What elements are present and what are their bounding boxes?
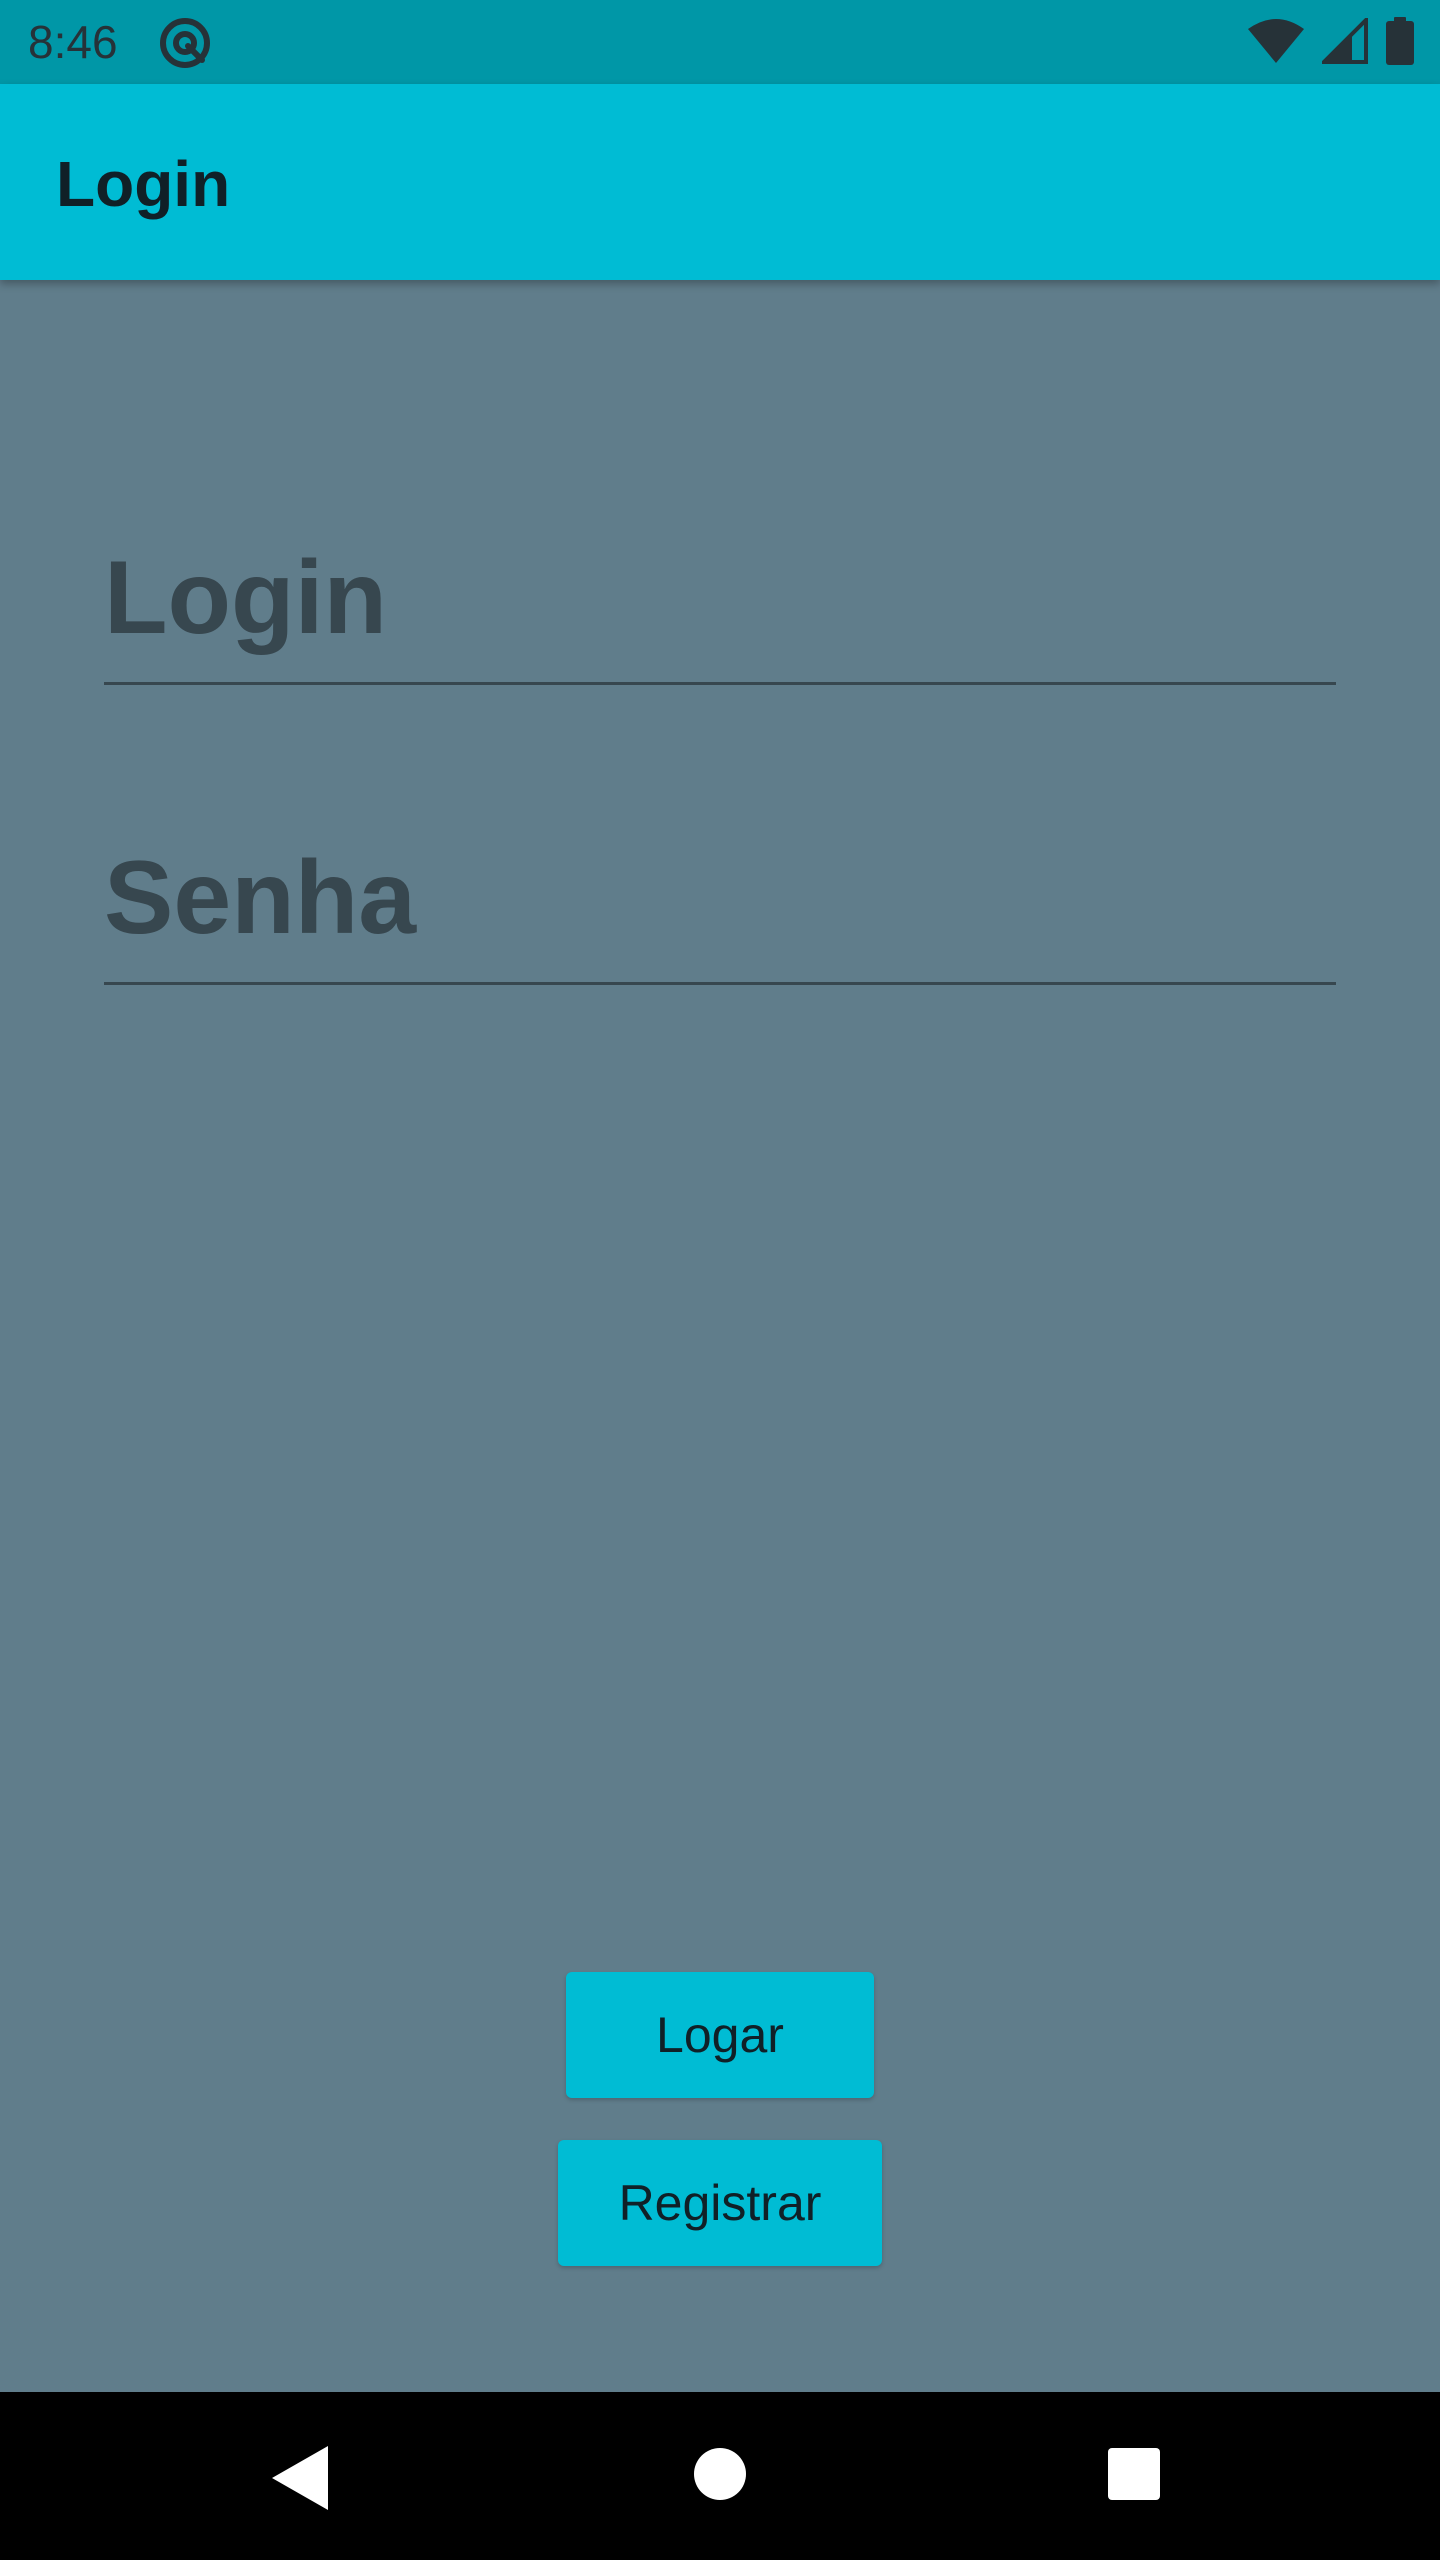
logar-button[interactable]: Logar xyxy=(566,1972,874,2098)
recents-icon[interactable] xyxy=(1108,2448,1160,2500)
login-field[interactable] xyxy=(104,535,1336,685)
app-bar-title: Login xyxy=(56,148,231,220)
registrar-button[interactable]: Registrar xyxy=(558,2140,882,2266)
status-icons xyxy=(1248,14,1414,70)
navigation-bar xyxy=(0,2392,1440,2560)
cell-signal-icon xyxy=(1319,14,1368,69)
status-time: 8:46 xyxy=(28,16,118,68)
login-screen: 8:46 Login Login Logar Registrar xyxy=(0,0,1440,2560)
app-bar: Login xyxy=(0,84,1440,280)
status-bar: 8:46 xyxy=(0,0,1440,84)
notification-icon xyxy=(158,16,212,70)
home-icon[interactable] xyxy=(694,2448,746,2500)
battery-icon xyxy=(1386,16,1414,70)
wifi-icon xyxy=(1248,18,1304,68)
password-input[interactable] xyxy=(104,838,1336,958)
back-icon[interactable] xyxy=(272,2446,328,2510)
password-field[interactable] xyxy=(104,835,1336,985)
login-input[interactable] xyxy=(104,538,1336,658)
